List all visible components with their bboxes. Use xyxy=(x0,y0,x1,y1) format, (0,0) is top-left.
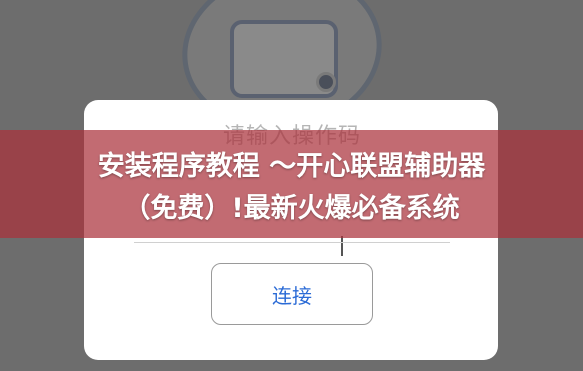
title-banner: 安装程序教程 ～开心联盟辅助器 （免费）!最新火爆必备系统 xyxy=(0,130,583,238)
text-cursor xyxy=(341,236,343,256)
banner-title-line2: （免费）!最新火爆必备系统 xyxy=(123,193,460,224)
banner-title-line1: 安装程序教程 ～开心联盟辅助器 xyxy=(97,151,486,182)
input-underline xyxy=(134,242,450,243)
background-knob-icon xyxy=(316,72,336,92)
connect-button[interactable]: 连接 xyxy=(211,263,373,325)
